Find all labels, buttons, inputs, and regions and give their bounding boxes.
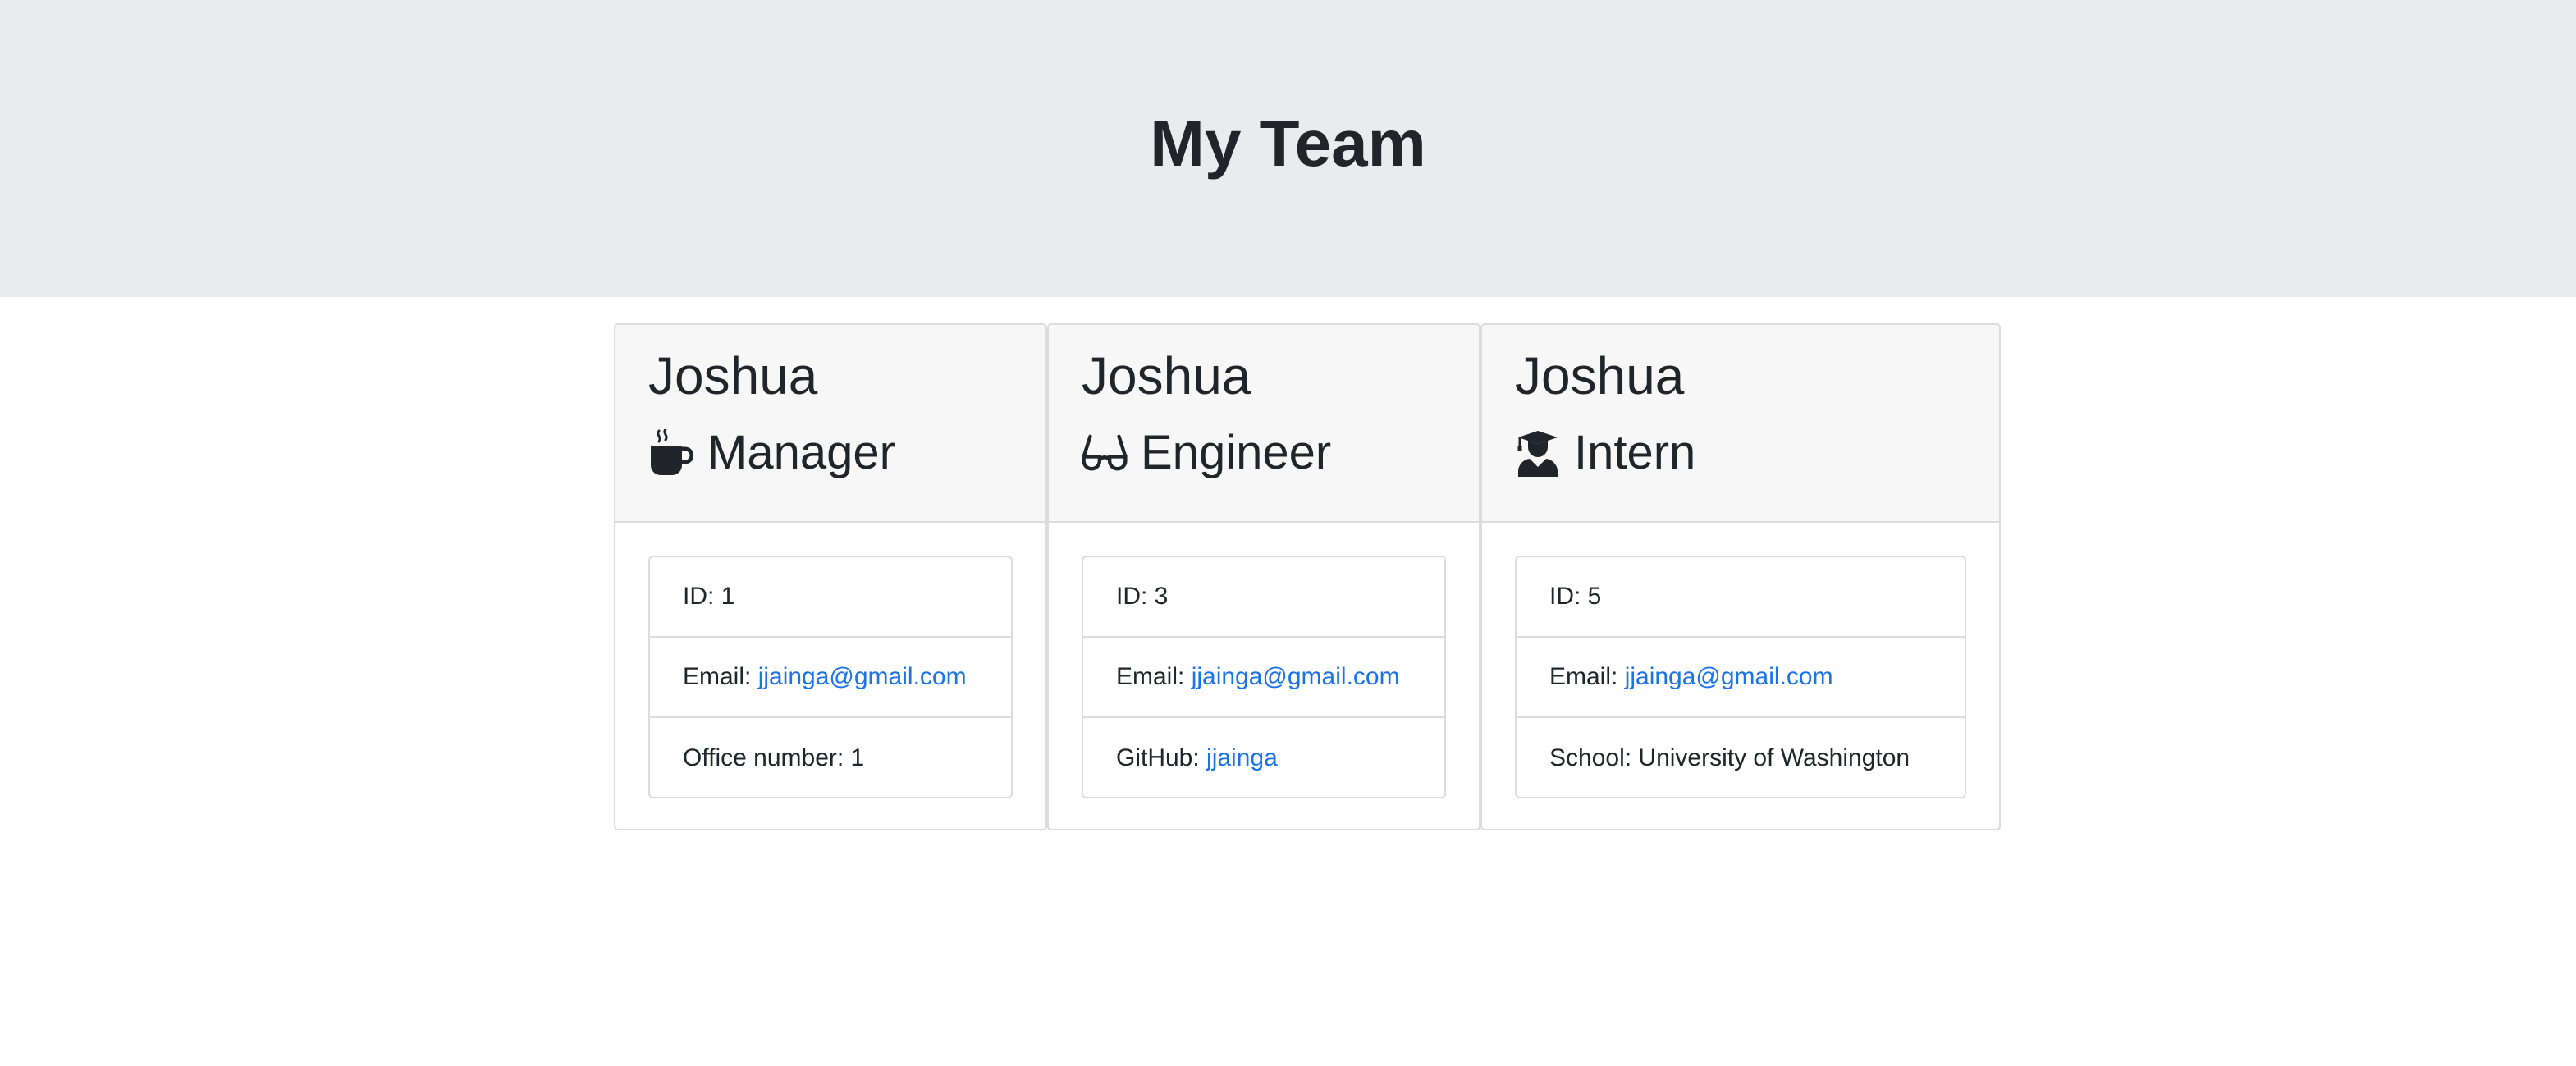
glasses-icon	[1082, 428, 1128, 478]
email-label: Email:	[1116, 663, 1192, 690]
employee-card-manager: Joshua Manager ID: 1 Email: jjainga@gmai…	[614, 323, 1047, 830]
office-number: Office number: 1	[650, 718, 1011, 797]
employee-email: Email: jjainga@gmail.com	[1517, 638, 1965, 718]
employee-role-label: Intern	[1574, 426, 1696, 479]
employee-name: Joshua	[1082, 346, 1251, 405]
card-header: Joshua Engineer	[1049, 325, 1479, 523]
github-link[interactable]: jjainga	[1206, 744, 1278, 772]
employee-id-text: ID: 1	[683, 583, 735, 610]
email-label: Email:	[1549, 663, 1625, 690]
employee-id-text: ID: 3	[1116, 583, 1169, 610]
employee-card-engineer: Joshua Engineer ID: 3 Email: jjainga@gma…	[1047, 323, 1480, 830]
github-label: GitHub:	[1116, 744, 1207, 771]
employee-card-intern: Joshua Intern ID: 5 Email: jjainga@gmail…	[1480, 323, 2001, 830]
employee-role: Manager	[648, 422, 895, 484]
employee-role-label: Engineer	[1141, 426, 1332, 479]
email-link[interactable]: jjainga@gmail.com	[1192, 663, 1400, 691]
employee-id: ID: 3	[1083, 557, 1444, 638]
email-label: Email:	[683, 663, 758, 690]
employee-id: ID: 1	[650, 557, 1011, 638]
employee-role: Intern	[1515, 422, 1695, 484]
employee-name: Joshua	[1515, 346, 1685, 405]
page-header: My Team	[0, 0, 2576, 297]
email-link[interactable]: jjainga@gmail.com	[1625, 663, 1833, 691]
office-number-text: Office number: 1	[683, 744, 865, 771]
employee-email: Email: jjainga@gmail.com	[650, 638, 1011, 718]
card-header: Joshua Intern	[1482, 325, 1999, 523]
mug-icon	[648, 428, 694, 478]
school-row: School: University of Washington	[1517, 718, 1965, 797]
employee-role-label: Manager	[707, 426, 895, 479]
school-text: School: University of Washington	[1549, 744, 1910, 771]
employee-details-list: ID: 3 Email: jjainga@gmail.com GitHub: j…	[1082, 556, 1446, 798]
email-link[interactable]: jjainga@gmail.com	[758, 663, 967, 691]
employee-id: ID: 5	[1517, 557, 1965, 638]
employee-details-list: ID: 1 Email: jjainga@gmail.com Office nu…	[648, 556, 1013, 798]
employee-email: Email: jjainga@gmail.com	[1083, 638, 1444, 718]
employee-name: Joshua	[648, 346, 818, 405]
graduate-icon	[1515, 428, 1561, 478]
card-header: Joshua Manager	[615, 325, 1045, 523]
employee-details-list: ID: 5 Email: jjainga@gmail.com School: U…	[1515, 556, 1966, 798]
github-row: GitHub: jjainga	[1083, 718, 1444, 797]
page-title: My Team	[1150, 107, 1426, 180]
employee-id-text: ID: 5	[1549, 583, 1602, 610]
employee-role: Engineer	[1082, 422, 1331, 484]
